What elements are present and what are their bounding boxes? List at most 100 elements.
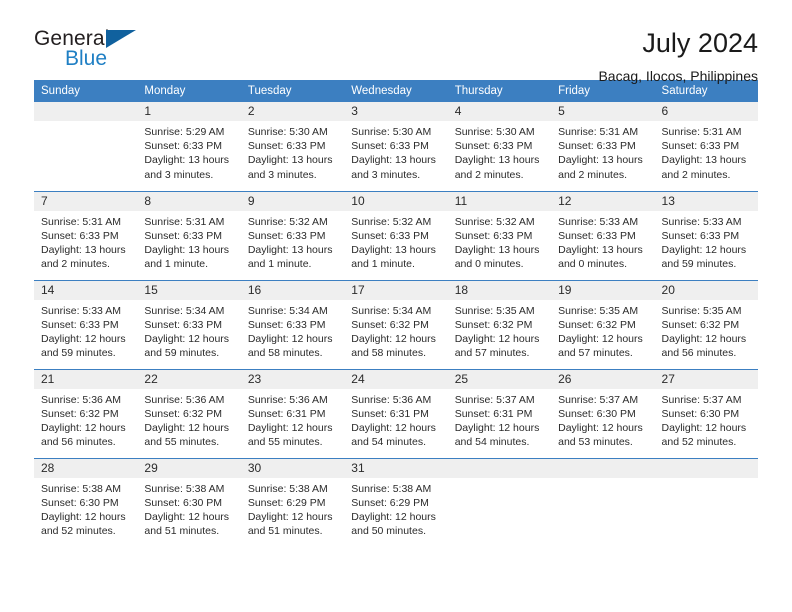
logo-text-blue: Blue [65, 47, 108, 70]
calendar-day-cell[interactable]: 20 Sunrise: 5:35 AM Sunset: 6:32 PM Dayligh… [654, 279, 758, 369]
daylight-text-line2: and 2 minutes. [558, 168, 627, 181]
sunset-text: Sunset: 6:29 PM [351, 496, 429, 509]
page-header: General Blue July 2024 Bacag, Ilocos, Ph… [34, 0, 758, 84]
daylight-text-line2: and 2 minutes. [661, 168, 731, 181]
calendar-day-cell[interactable]: 22 Sunrise: 5:36 AM Sunset: 6:32 PM Dayligh… [137, 368, 241, 458]
day-details: Sunrise: 5:31 AM Sunset: 6:33 PM Daylight:… [655, 121, 758, 182]
daylight-text-line1: Daylight: 13 hours [558, 243, 643, 256]
day-details: Sunrise: 5:37 AM Sunset: 6:31 PM Daylight:… [448, 389, 551, 450]
weekday-header-sunday: Sunday [34, 80, 138, 102]
calendar-day-cell[interactable]: 9 Sunrise: 5:32 AM Sunset: 6:33 PM Daylight… [240, 190, 345, 280]
daylight-text-line2: and 55 minutes. [144, 436, 220, 449]
calendar-day-cell[interactable]: 6 Sunrise: 5:31 AM Sunset: 6:33 PM Daylight… [654, 102, 758, 191]
sunset-text: Sunset: 6:33 PM [144, 229, 223, 242]
calendar-day-cell[interactable]: 27 Sunrise: 5:37 AM Sunset: 6:30 PM Dayligh… [654, 368, 758, 458]
day-details: Sunrise: 5:38 AM Sunset: 6:30 PM Daylight:… [34, 478, 137, 539]
calendar-day-cell[interactable]: 10 Sunrise: 5:32 AM Sunset: 6:33 PM Dayligh… [344, 190, 448, 280]
sunrise-text: Sunrise: 5:38 AM [144, 482, 225, 495]
sunrise-text: Sunrise: 5:36 AM [351, 393, 432, 406]
daylight-text-line2: and 58 minutes. [247, 347, 323, 360]
calendar-day-cell[interactable]: 11 Sunrise: 5:32 AM Sunset: 6:33 PM Dayligh… [447, 190, 552, 280]
sunrise-text: Sunrise: 5:32 AM [454, 215, 535, 228]
calendar-day-cell[interactable]: 2 Sunrise: 5:30 AM Sunset: 6:33 PM Daylight… [240, 102, 345, 191]
sunset-text: Sunset: 6:33 PM [661, 229, 740, 242]
calendar-day-cell[interactable]: 26 Sunrise: 5:37 AM Sunset: 6:30 PM Dayligh… [551, 368, 655, 458]
calendar-day-cell[interactable]: 30 Sunrise: 5:38 AM Sunset: 6:29 PM Dayligh… [240, 457, 345, 547]
calendar-week-row: 28 Sunrise: 5:38 AM Sunset: 6:30 PM Dayligh… [34, 457, 758, 547]
calendar-day-cell[interactable]: 23 Sunrise: 5:36 AM Sunset: 6:31 PM Dayligh… [240, 368, 345, 458]
sunrise-text: Sunrise: 5:35 AM [661, 304, 742, 317]
logo-text-general: General [34, 27, 110, 50]
day-number: 10 [344, 191, 448, 211]
daylight-text-line1: Daylight: 13 hours [661, 154, 747, 167]
calendar-day-cell[interactable]: 14 Sunrise: 5:33 AM Sunset: 6:33 PM Dayligh… [34, 279, 138, 369]
sunset-text: Sunset: 6:33 PM [558, 229, 636, 242]
calendar-day-cell[interactable]: 24 Sunrise: 5:36 AM Sunset: 6:31 PM Dayligh… [344, 368, 448, 458]
day-number: 29 [137, 458, 241, 478]
sunset-text: Sunset: 6:31 PM [454, 407, 533, 420]
weekday-header-monday: Monday [137, 80, 241, 102]
day-details: Sunrise: 5:32 AM Sunset: 6:33 PM Daylight:… [344, 211, 447, 272]
day-details: Sunrise: 5:33 AM Sunset: 6:33 PM Daylight:… [34, 300, 137, 361]
day-details: Sunrise: 5:36 AM Sunset: 6:31 PM Daylight:… [344, 389, 447, 450]
sunset-text: Sunset: 6:33 PM [351, 140, 429, 153]
day-details: Sunrise: 5:35 AM Sunset: 6:32 PM Daylight:… [655, 300, 758, 361]
day-number: 5 [551, 102, 655, 121]
sunrise-text: Sunrise: 5:36 AM [144, 393, 225, 406]
calendar-day-cell[interactable]: 8 Sunrise: 5:31 AM Sunset: 6:33 PM Daylight… [137, 190, 241, 280]
daylight-text-line1: Daylight: 12 hours [454, 332, 540, 345]
calendar-day-cell[interactable]: 13 Sunrise: 5:33 AM Sunset: 6:33 PM Dayligh… [654, 190, 758, 280]
day-details: Sunrise: 5:38 AM Sunset: 6:29 PM Daylight:… [241, 478, 344, 539]
day-number: 14 [34, 280, 138, 300]
day-details: Sunrise: 5:31 AM Sunset: 6:33 PM Daylight:… [137, 211, 240, 272]
calendar-day-cell[interactable]: 4 Sunrise: 5:30 AM Sunset: 6:33 PM Daylight… [447, 102, 552, 191]
calendar-day-cell[interactable]: 7 Sunrise: 5:31 AM Sunset: 6:33 PM Daylight… [34, 190, 138, 280]
day-number: 27 [654, 369, 758, 389]
calendar-day-cell[interactable]: 17 Sunrise: 5:34 AM Sunset: 6:32 PM Dayligh… [344, 279, 448, 369]
calendar-day-cell[interactable]: 15 Sunrise: 5:34 AM Sunset: 6:33 PM Dayligh… [137, 279, 241, 369]
calendar-day-cell[interactable]: 19 Sunrise: 5:35 AM Sunset: 6:32 PM Dayligh… [551, 279, 655, 369]
day-details: Sunrise: 5:29 AM Sunset: 6:33 PM Daylight:… [137, 121, 240, 182]
calendar-day-cell[interactable]: 16 Sunrise: 5:34 AM Sunset: 6:33 PM Dayligh… [240, 279, 345, 369]
day-details: Sunrise: 5:37 AM Sunset: 6:30 PM Daylight:… [551, 389, 654, 450]
sunrise-text: Sunrise: 5:38 AM [41, 482, 121, 495]
sunrise-text: Sunrise: 5:34 AM [247, 304, 328, 317]
day-number: 21 [34, 369, 138, 389]
sunset-text: Sunset: 6:30 PM [661, 407, 740, 420]
calendar-day-cell-empty [551, 457, 655, 547]
calendar-day-cell[interactable]: 5 Sunrise: 5:31 AM Sunset: 6:33 PM Daylight… [551, 102, 655, 191]
triangle-icon [106, 30, 136, 48]
daylight-text-line1: Daylight: 13 hours [454, 154, 540, 167]
day-number: 2 [240, 102, 345, 121]
calendar-day-cell[interactable]: 1 Sunrise: 5:29 AM Sunset: 6:33 PM Daylight… [137, 102, 241, 191]
calendar-day-cell[interactable]: 29 Sunrise: 5:38 AM Sunset: 6:30 PM Dayligh… [137, 457, 241, 547]
sunset-text: Sunset: 6:31 PM [247, 407, 326, 420]
day-number: 9 [240, 191, 345, 211]
calendar-day-cell[interactable]: 21 Sunrise: 5:36 AM Sunset: 6:32 PM Dayligh… [34, 368, 138, 458]
day-number: 22 [137, 369, 241, 389]
sunset-text: Sunset: 6:30 PM [144, 496, 223, 509]
calendar-day-cell[interactable]: 28 Sunrise: 5:38 AM Sunset: 6:30 PM Dayligh… [34, 457, 138, 547]
day-details: Sunrise: 5:38 AM Sunset: 6:29 PM Daylight:… [344, 478, 447, 539]
sunset-text: Sunset: 6:33 PM [661, 140, 740, 153]
daylight-text-line1: Daylight: 12 hours [351, 332, 436, 345]
calendar-day-cell[interactable]: 31 Sunrise: 5:38 AM Sunset: 6:29 PM Dayligh… [344, 457, 448, 547]
daylight-text-line1: Daylight: 12 hours [247, 421, 333, 434]
calendar-day-cell[interactable]: 3 Sunrise: 5:30 AM Sunset: 6:33 PM Daylight… [344, 102, 448, 191]
weekday-header-tuesday: Tuesday [240, 80, 345, 102]
daylight-text-line2: and 59 minutes. [41, 347, 116, 360]
sunrise-text: Sunrise: 5:34 AM [351, 304, 432, 317]
calendar-day-cell-empty [34, 102, 138, 191]
sunrise-text: Sunrise: 5:38 AM [351, 482, 432, 495]
sunrise-text: Sunrise: 5:30 AM [454, 126, 535, 138]
day-number [447, 458, 552, 478]
daylight-text-line1: Daylight: 12 hours [351, 421, 436, 434]
page-title: July 2024 [642, 28, 758, 58]
daylight-text-line2: and 51 minutes. [247, 525, 323, 538]
calendar-day-cell[interactable]: 12 Sunrise: 5:33 AM Sunset: 6:33 PM Dayligh… [551, 190, 655, 280]
calendar-day-cell[interactable]: 18 Sunrise: 5:35 AM Sunset: 6:32 PM Dayligh… [447, 279, 552, 369]
day-details: Sunrise: 5:37 AM Sunset: 6:30 PM Daylight:… [655, 389, 758, 450]
day-number [34, 102, 138, 121]
calendar-day-cell[interactable]: 25 Sunrise: 5:37 AM Sunset: 6:31 PM Dayligh… [447, 368, 552, 458]
daylight-text-line1: Daylight: 12 hours [247, 332, 333, 345]
